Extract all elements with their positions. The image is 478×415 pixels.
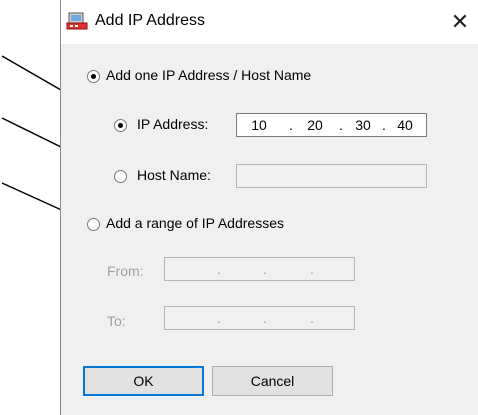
- add-one-radio[interactable]: [87, 70, 100, 83]
- add-range-radio[interactable]: [87, 218, 100, 231]
- dialog-title: Add IP Address: [95, 12, 205, 29]
- to-octet-4[interactable]: [321, 307, 345, 329]
- ip-separator: .: [382, 117, 386, 133]
- host-name-radio[interactable]: [114, 170, 127, 183]
- ip-separator: .: [289, 117, 293, 133]
- from-octet-4[interactable]: [321, 258, 345, 280]
- from-octet-1[interactable]: [175, 258, 199, 280]
- to-ip-field[interactable]: . . .: [164, 306, 355, 330]
- to-label: To:: [107, 313, 126, 329]
- radio-selected-dot: [118, 123, 123, 128]
- ip-address-field[interactable]: 10 . 20 . 30 . 40: [236, 113, 427, 137]
- from-separator: .: [263, 261, 267, 277]
- from-separator: .: [310, 261, 314, 277]
- from-octet-2[interactable]: [231, 258, 255, 280]
- host-name-field[interactable]: [236, 164, 427, 188]
- add-one-label: Add one IP Address / Host Name: [106, 67, 312, 83]
- ip-address-radio[interactable]: [114, 119, 127, 132]
- to-separator: .: [217, 310, 221, 326]
- from-label: From:: [107, 263, 144, 279]
- network-computer-icon: [66, 12, 88, 32]
- ip-address-label: IP Address:: [137, 116, 209, 132]
- cancel-button[interactable]: Cancel: [212, 366, 333, 396]
- radio-selected-dot: [91, 74, 96, 79]
- from-ip-field[interactable]: . . .: [164, 257, 355, 281]
- add-range-label: Add a range of IP Addresses: [106, 215, 284, 231]
- ok-button[interactable]: OK: [83, 366, 204, 396]
- ip-octet-3[interactable]: 30: [351, 114, 375, 136]
- from-separator: .: [217, 261, 221, 277]
- ip-separator: .: [339, 117, 343, 133]
- to-octet-3[interactable]: [279, 307, 303, 329]
- ip-octet-1[interactable]: 10: [247, 114, 271, 136]
- to-octet-2[interactable]: [231, 307, 255, 329]
- ip-octet-2[interactable]: 20: [303, 114, 327, 136]
- to-separator: .: [310, 310, 314, 326]
- to-octet-1[interactable]: [175, 307, 199, 329]
- title-bar: Add IP Address ✕: [61, 0, 478, 44]
- ip-octet-4[interactable]: 40: [393, 114, 417, 136]
- host-name-label: Host Name:: [137, 167, 211, 183]
- from-octet-3[interactable]: [279, 258, 303, 280]
- add-ip-address-dialog: Add IP Address ✕ Add one IP Address / Ho…: [60, 0, 478, 415]
- to-separator: .: [263, 310, 267, 326]
- close-icon[interactable]: ✕: [446, 8, 474, 36]
